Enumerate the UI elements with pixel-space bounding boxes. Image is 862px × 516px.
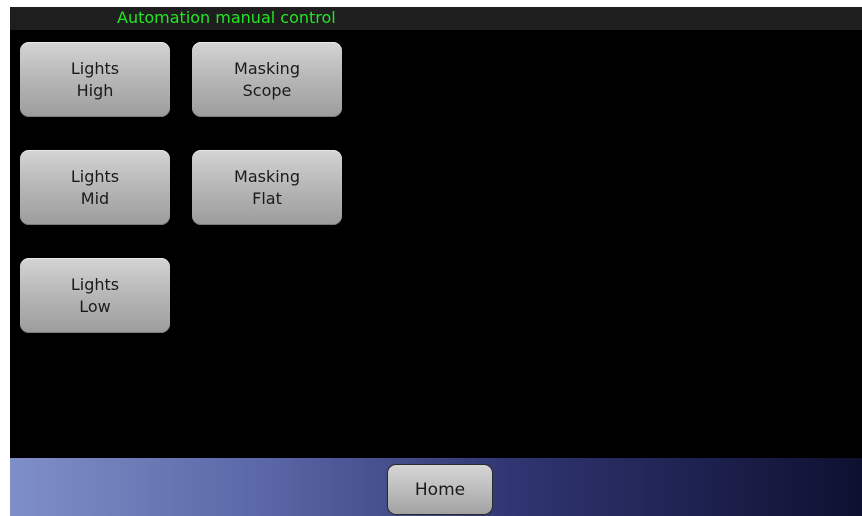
lights-low-label-line1: Lights: [70, 274, 120, 294]
masking-flat-label-line2: Flat: [252, 188, 282, 208]
masking-flat-button[interactable]: Masking Flat: [192, 150, 342, 225]
touch-panel-screen: Automation manual control Lights High Ma…: [10, 7, 862, 516]
lights-high-button[interactable]: Lights High: [20, 42, 170, 117]
lights-mid-button[interactable]: Lights Mid: [20, 150, 170, 225]
lights-low-label-line2: Low: [79, 296, 111, 316]
bottom-nav-bar: Home: [10, 458, 862, 516]
page-title: Automation manual control: [117, 8, 336, 27]
masking-scope-label-line2: Scope: [242, 80, 292, 100]
masking-scope-button[interactable]: Masking Scope: [192, 42, 342, 117]
lights-low-button[interactable]: Lights Low: [20, 258, 170, 333]
lights-mid-label-line2: Mid: [80, 188, 110, 208]
masking-scope-label-line1: Masking: [234, 58, 300, 78]
title-bar: Automation manual control: [10, 7, 862, 30]
home-button[interactable]: Home: [387, 464, 493, 515]
masking-flat-label-line1: Masking: [234, 166, 300, 186]
lights-mid-label-line1: Lights: [70, 166, 120, 186]
lights-high-label-line1: Lights: [70, 58, 120, 78]
lights-high-label-line2: High: [76, 80, 114, 100]
home-button-label: Home: [414, 479, 466, 500]
